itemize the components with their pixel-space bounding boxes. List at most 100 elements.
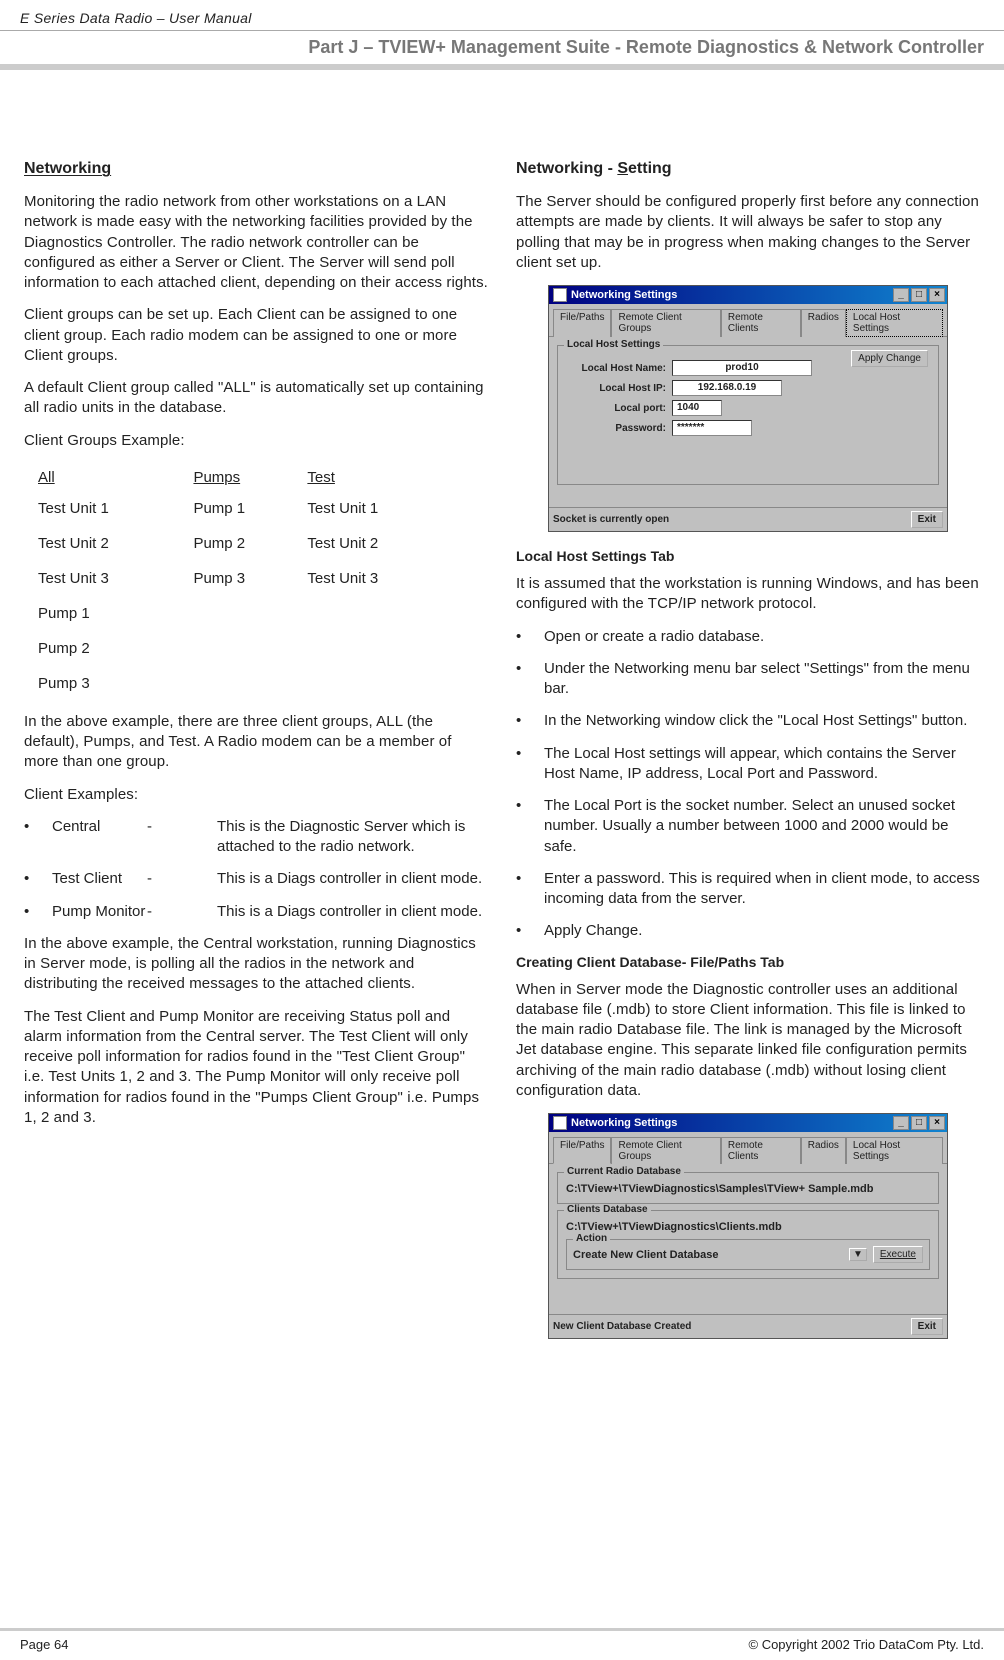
bullet: • xyxy=(516,744,544,785)
status-text: New Client Database Created xyxy=(553,1321,691,1332)
cell xyxy=(193,597,305,630)
networking-settings-dialog-1: Networking Settings _ □ × File/Paths Rem… xyxy=(548,285,948,532)
tabstrip: File/Paths Remote Client Groups Remote C… xyxy=(549,304,947,337)
tab-local-host-settings[interactable]: Local Host Settings xyxy=(846,1137,943,1164)
maximize-icon[interactable]: □ xyxy=(911,1116,927,1130)
lbl-local-port: Local port: xyxy=(566,403,666,414)
tab-local-host-settings[interactable]: Local Host Settings xyxy=(846,309,943,337)
lbl-host-ip: Local Host IP: xyxy=(566,383,666,394)
client-desc: This is the Diagnostic Server which is a… xyxy=(217,817,488,858)
lbl-password: Password: xyxy=(566,423,666,434)
minimize-icon[interactable]: _ xyxy=(893,288,909,302)
th-pumps: Pumps xyxy=(193,465,305,490)
cell xyxy=(307,597,460,630)
step: Enter a password. This is required when … xyxy=(544,869,980,910)
para: Client groups can be set up. Each Client… xyxy=(24,305,488,366)
cell: Test Unit 3 xyxy=(38,562,191,595)
apply-change-button[interactable]: Apply Change xyxy=(851,350,928,367)
cell xyxy=(193,667,305,700)
status-text: Socket is currently open xyxy=(553,514,669,525)
th-all: All xyxy=(38,465,191,490)
left-column: Networking Monitoring the radio network … xyxy=(24,160,488,1355)
lbl-host-name: Local Host Name: xyxy=(566,363,666,374)
exit-button[interactable]: Exit xyxy=(911,1318,943,1335)
tab-file-paths[interactable]: File/Paths xyxy=(553,1137,611,1164)
tab-remote-client-groups[interactable]: Remote Client Groups xyxy=(611,309,720,337)
tab-remote-clients[interactable]: Remote Clients xyxy=(721,1137,801,1164)
cell: Pump 3 xyxy=(193,562,305,595)
client-desc: This is a Diags controller in client mod… xyxy=(217,902,488,922)
dash: - xyxy=(147,902,217,922)
tab-body: Local Host Settings Apply Change Local H… xyxy=(549,337,947,507)
para: Client Examples: xyxy=(24,785,488,805)
client-row: • Pump Monitor - This is a Diags control… xyxy=(24,902,488,922)
cell: Pump 2 xyxy=(193,527,305,560)
action-dropdown[interactable]: Create New Client Database xyxy=(573,1249,849,1261)
para: When in Server mode the Diagnostic contr… xyxy=(516,980,980,1102)
cell: Test Unit 1 xyxy=(307,492,460,525)
chevron-down-icon[interactable]: ▼ xyxy=(849,1248,867,1261)
bullet: • xyxy=(24,817,52,858)
creating-client-db-heading: Creating Client Database- File/Paths Tab xyxy=(516,954,980,970)
cell: Pump 1 xyxy=(38,597,191,630)
minimize-icon[interactable]: _ xyxy=(893,1116,909,1130)
step: The Local Port is the socket number. Sel… xyxy=(544,796,980,857)
clients-db-path: C:\TView+\TViewDiagnostics\Clients.mdb xyxy=(566,1221,930,1233)
password-input[interactable]: ******* xyxy=(672,420,752,436)
window-title: Networking Settings xyxy=(571,1117,677,1129)
close-icon[interactable]: × xyxy=(929,288,945,302)
radio-db-path: C:\TView+\TViewDiagnostics\Samples\TView… xyxy=(566,1183,930,1195)
close-icon[interactable]: × xyxy=(929,1116,945,1130)
networking-setting-heading: Networking - Setting xyxy=(516,160,980,178)
status-bar: Socket is currently open Exit xyxy=(549,507,947,531)
client-desc: This is a Diags controller in client mod… xyxy=(217,869,488,889)
client-groups-table: All Pumps Test Test Unit 1Pump 1Test Uni… xyxy=(36,463,463,702)
cell: Test Unit 3 xyxy=(307,562,460,595)
para: It is assumed that the workstation is ru… xyxy=(516,574,980,615)
steps-list: •Open or create a radio database. •Under… xyxy=(516,627,980,942)
groupbox-title: Current Radio Database xyxy=(564,1166,684,1177)
bullet: • xyxy=(516,659,544,700)
para: The Test Client and Pump Monitor are rec… xyxy=(24,1007,488,1129)
cell: Test Unit 1 xyxy=(38,492,191,525)
bullet: • xyxy=(516,711,544,731)
bullet: • xyxy=(516,627,544,647)
rule-bar xyxy=(0,64,1004,70)
exit-button[interactable]: Exit xyxy=(911,511,943,528)
step: Open or create a radio database. xyxy=(544,627,980,647)
groupbox-title: Action xyxy=(573,1233,610,1244)
client-examples: • Central - This is the Diagnostic Serve… xyxy=(24,817,488,922)
client-row: • Central - This is the Diagnostic Serve… xyxy=(24,817,488,858)
para: Monitoring the radio network from other … xyxy=(24,192,488,293)
tabstrip: File/Paths Remote Client Groups Remote C… xyxy=(549,1132,947,1164)
tab-remote-clients[interactable]: Remote Clients xyxy=(721,309,801,337)
bullet: • xyxy=(516,921,544,941)
tab-file-paths[interactable]: File/Paths xyxy=(553,309,611,337)
client-name: Central xyxy=(52,817,147,858)
tab-body: Current Radio Database C:\TView+\TViewDi… xyxy=(549,1164,947,1314)
tab-radios[interactable]: Radios xyxy=(801,1137,846,1164)
titlebar[interactable]: Networking Settings _ □ × xyxy=(549,286,947,304)
cell: Pump 1 xyxy=(193,492,305,525)
local-host-settings-heading: Local Host Settings Tab xyxy=(516,548,980,564)
titlebar[interactable]: Networking Settings _ □ × xyxy=(549,1114,947,1132)
groupbox-title: Clients Database xyxy=(564,1204,651,1215)
groupbox-title: Local Host Settings xyxy=(564,339,663,350)
tab-radios[interactable]: Radios xyxy=(801,309,846,337)
para: In the above example, the Central workst… xyxy=(24,934,488,995)
host-name-input[interactable]: prod10 xyxy=(672,360,812,376)
para: In the above example, there are three cl… xyxy=(24,712,488,773)
maximize-icon[interactable]: □ xyxy=(911,288,927,302)
cell: Pump 2 xyxy=(38,632,191,665)
th-test: Test xyxy=(307,465,460,490)
part-title: Part J – TVIEW+ Management Suite - Remot… xyxy=(0,30,1004,64)
bullet: • xyxy=(516,796,544,857)
local-port-input[interactable]: 1040 xyxy=(672,400,722,416)
tab-remote-client-groups[interactable]: Remote Client Groups xyxy=(611,1137,720,1164)
step: Apply Change. xyxy=(544,921,980,941)
para: The Server should be configured properly… xyxy=(516,192,980,273)
bullet: • xyxy=(516,869,544,910)
app-icon xyxy=(553,1116,567,1130)
host-ip-input[interactable]: 192.168.0.19 xyxy=(672,380,782,396)
execute-button[interactable]: Execute xyxy=(873,1246,923,1263)
